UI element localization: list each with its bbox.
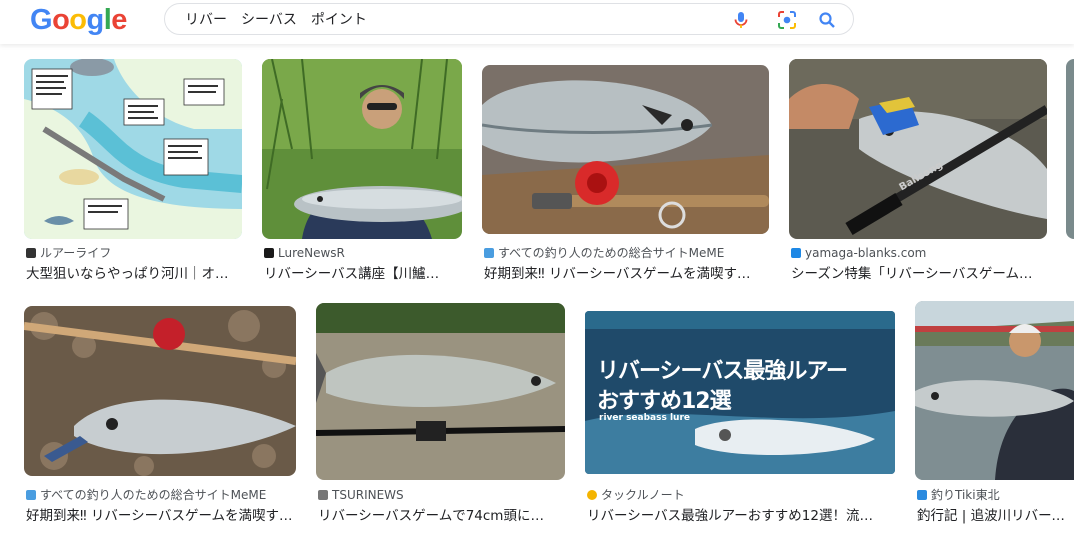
result-source-name: TSURINEWS — [332, 488, 404, 502]
logo-letter: G — [30, 4, 53, 36]
logo-letter: e — [111, 4, 127, 36]
result-meta: yamaga-blanks.com シーズン特集「リバーシーバスゲーム… — [791, 245, 1047, 284]
result-title[interactable]: 好期到来‼ リバーシーバスゲームを満喫す… — [484, 264, 769, 284]
result-title[interactable]: リバーシーバス最強ルアーおすすめ12選！流… — [587, 506, 895, 526]
result-thumbnail[interactable] — [24, 306, 296, 476]
site-favicon-icon — [26, 248, 36, 258]
logo-letter: l — [103, 4, 112, 36]
site-favicon-icon — [264, 248, 274, 258]
camera-search-icon[interactable] — [777, 10, 797, 30]
result-source: LureNewsR — [264, 245, 462, 261]
banner-headline-2: おすすめ12選 — [597, 389, 732, 414]
result-source-name: 釣りTiki東北 — [931, 488, 1000, 502]
result-thumbnail[interactable] — [316, 303, 565, 480]
result-title[interactable]: 好期到来‼ リバーシーバスゲームを満喫す… — [26, 506, 296, 526]
site-favicon-icon — [917, 490, 927, 500]
result-source-name: すべての釣り人のための総合サイトMeME — [40, 488, 267, 502]
result-title[interactable]: シーズン特集「リバーシーバスゲーム… — [791, 264, 1047, 284]
site-favicon-icon — [587, 490, 597, 500]
search-icon[interactable] — [817, 10, 837, 30]
result-source-name: タックルノート — [601, 488, 685, 502]
result-title[interactable]: リバーシーバス講座【川鱸… — [264, 264, 462, 284]
banner-subtitle: river seabass lure — [599, 413, 690, 423]
result-title[interactable]: 釣行記 | 追波川リバーシ… — [917, 506, 1074, 526]
result-source: タックルノート — [587, 487, 895, 503]
result-thumbnail[interactable] — [24, 59, 242, 239]
result-meta: ルアーライフ 大型狙いならやっぱり河川｜オ… — [26, 245, 242, 284]
result-thumbnail[interactable] — [915, 301, 1074, 480]
result-meta: タックルノート リバーシーバス最強ルアーおすすめ12選！流… — [587, 487, 895, 526]
result-meta: 釣りTiki東北 釣行記 | 追波川リバーシ… — [917, 487, 1074, 526]
google-logo[interactable]: Google — [30, 4, 127, 37]
site-favicon-icon — [484, 248, 494, 258]
logo-letter: o — [69, 4, 87, 36]
logo-letter: g — [86, 4, 105, 36]
header-bar: Google — [0, 0, 1074, 44]
result-thumbnail[interactable] — [1066, 59, 1074, 239]
result-source-name: LureNewsR — [278, 246, 345, 260]
logo-letter: o — [52, 4, 70, 36]
result-meta: すべての釣り人のための総合サイトMeME 好期到来‼ リバーシーバスゲームを満喫… — [26, 487, 296, 526]
site-favicon-icon — [318, 490, 328, 500]
result-meta: すべての釣り人のための総合サイトMeME 好期到来‼ リバーシーバスゲームを満喫… — [484, 245, 769, 284]
result-thumbnail[interactable] — [262, 59, 462, 239]
result-source: 釣りTiki東北 — [917, 487, 1074, 503]
result-source-name: yamaga-blanks.com — [805, 246, 927, 260]
result-meta: TSURINEWS リバーシーバスゲームで74cm頭に… — [318, 487, 565, 526]
result-thumbnail[interactable]: リバーシーバス最強ルアー おすすめ12選 river seabass lure — [585, 311, 895, 474]
result-source-name: すべての釣り人のための総合サイトMeME — [498, 246, 725, 260]
banner-headline: リバーシーバス最強ルアー — [597, 359, 848, 384]
search-box — [164, 3, 854, 35]
result-source: すべての釣り人のための総合サイトMeME — [484, 245, 769, 261]
result-source: ルアーライフ — [26, 245, 242, 261]
result-title[interactable]: 大型狙いならやっぱり河川｜オ… — [26, 264, 242, 284]
result-title[interactable]: リバーシーバスゲームで74cm頭に… — [318, 506, 565, 526]
result-source-name: ルアーライフ — [40, 246, 112, 260]
result-meta: LureNewsR リバーシーバス講座【川鱸… — [264, 245, 462, 284]
result-thumbnail[interactable]: Balisong — [789, 59, 1047, 239]
site-favicon-icon — [26, 490, 36, 500]
result-source: すべての釣り人のための総合サイトMeME — [26, 487, 296, 503]
result-source: yamaga-blanks.com — [791, 245, 1047, 261]
site-favicon-icon — [791, 248, 801, 258]
microphone-icon[interactable] — [731, 10, 751, 30]
search-input[interactable] — [185, 9, 705, 29]
result-thumbnail[interactable] — [482, 65, 769, 234]
result-source: TSURINEWS — [318, 487, 565, 503]
